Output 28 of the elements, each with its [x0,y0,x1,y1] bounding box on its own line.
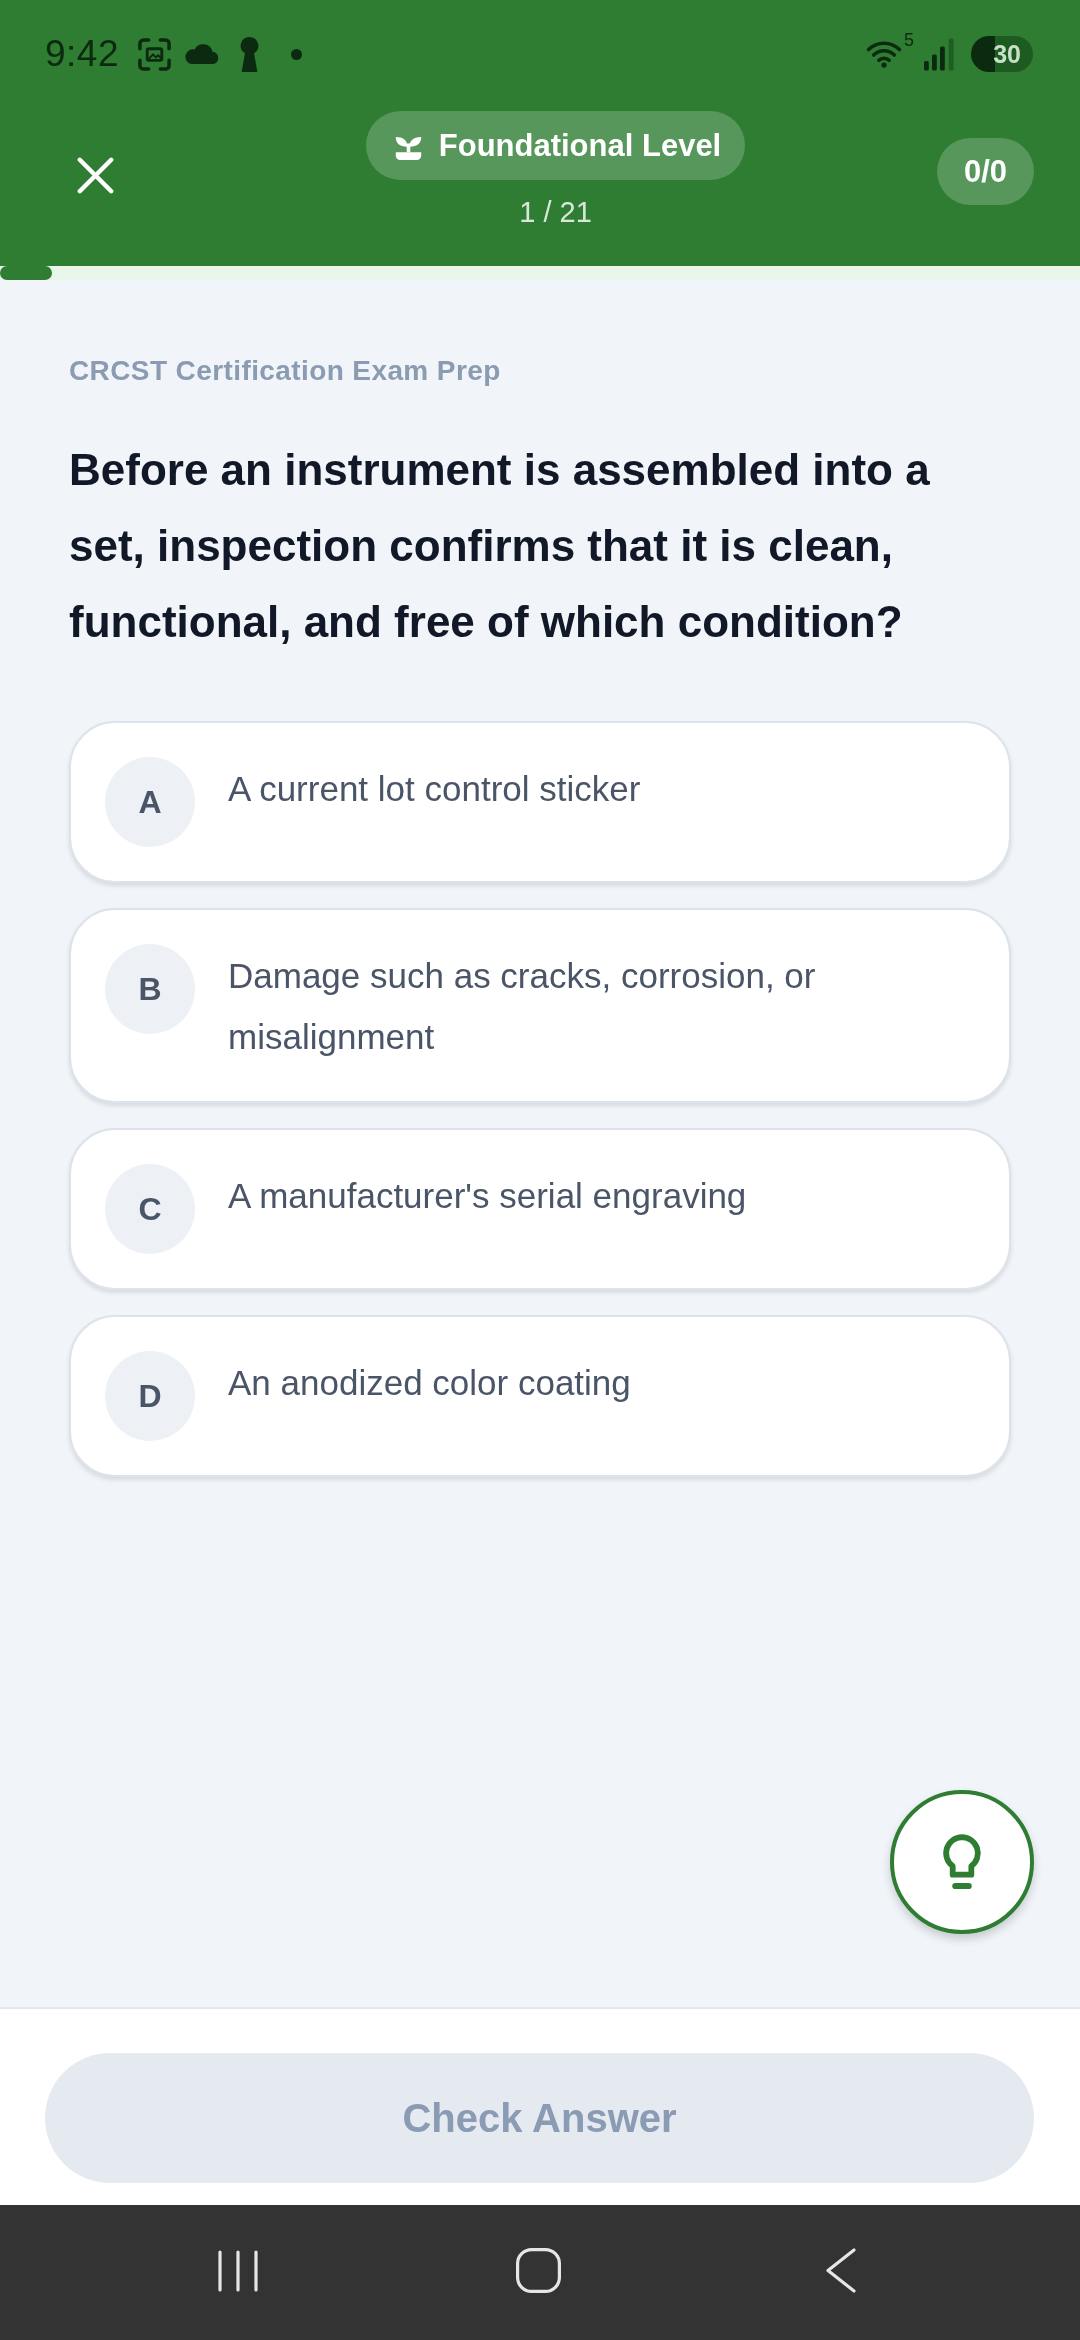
answer-option[interactable]: A A current lot control sticker [69,721,1011,883]
option-letter: A [105,757,195,847]
battery-indicator: 30 [971,36,1033,72]
network-type-label: 5 [904,30,914,50]
question-text: Before an instrument is assembled into a set, inspection confirms that it is clean, functional, and free of which condition? [69,444,931,648]
option-letter: B [105,944,195,1034]
score-badge: 0/0 [937,138,1034,205]
recent-apps-icon[interactable] [218,2250,258,2292]
level-label: Foundational Level [438,127,722,164]
answer-option[interactable]: B Damage such as cracks, corrosion, or misalignment [69,908,1011,1103]
close-icon [77,157,114,194]
cloud-icon [184,44,219,64]
wifi-icon [866,40,902,68]
signal-icon [924,37,956,71]
keyhole-icon [239,36,260,72]
status-time: 9:42 [45,33,119,75]
back-icon[interactable] [826,2248,856,2293]
home-icon[interactable] [516,2248,561,2293]
option-letter: C [105,1164,195,1254]
option-letter: D [105,1351,195,1441]
screenshot-icon [137,36,172,72]
notification-dot-icon [291,48,302,60]
category-label: CRCST Certification Exam Prep [69,354,502,388]
answer-option[interactable]: C A manufacturer's serial engraving [69,1128,1011,1290]
lightbulb-icon [942,1834,982,1890]
answer-option[interactable]: D An anodized color coating [69,1315,1011,1477]
close-button[interactable] [77,157,114,194]
question-counter: 1 / 21 [519,196,592,229]
